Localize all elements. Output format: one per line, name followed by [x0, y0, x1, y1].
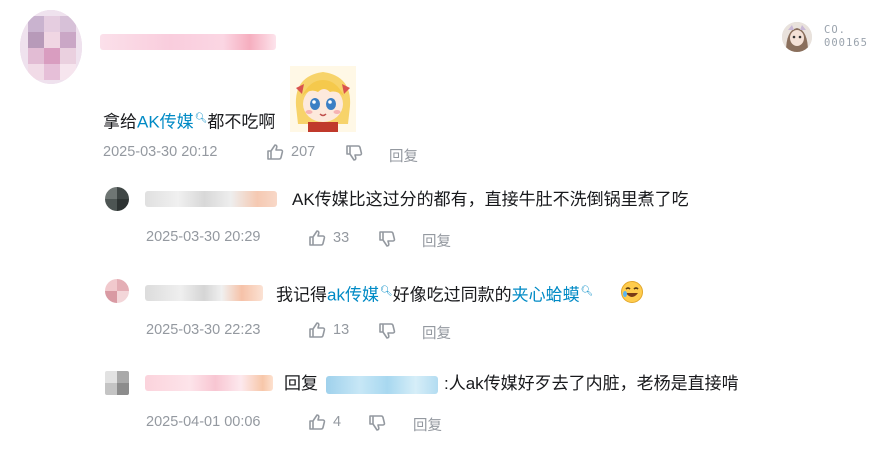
like-count: 4	[333, 414, 342, 430]
comment-date: 2025-03-30 20:12	[103, 144, 218, 160]
reply-text: 我记得ak传媒🔍︎好像吃过同款的夹心蛤蟆🔍︎	[276, 281, 593, 307]
reply-button[interactable]: 回复	[389, 145, 418, 166]
thumbs-up-icon	[307, 320, 327, 340]
dislike-button[interactable]	[344, 143, 364, 163]
reply-button[interactable]: 回复	[422, 230, 451, 251]
comment-date: 2025-04-01 00:06	[146, 414, 261, 430]
main-comment-suffix: 都不吃啊	[207, 112, 276, 132]
like-button[interactable]: 207	[265, 142, 315, 162]
sticker-emoji	[290, 66, 356, 132]
thumbs-down-icon	[344, 143, 364, 163]
reply-avatar[interactable]	[105, 187, 129, 211]
commenter-avatar[interactable]	[20, 10, 82, 84]
reply-username-blurred[interactable]	[145, 191, 277, 207]
like-button[interactable]: 13	[307, 320, 349, 340]
topic-link-ak-media[interactable]: ak传媒	[327, 286, 379, 305]
search-icon[interactable]: 🔍︎	[195, 113, 208, 124]
thumbs-down-icon	[377, 229, 397, 249]
search-icon[interactable]: 🔍︎	[581, 286, 594, 297]
topic-link-ak-media[interactable]: AK传媒	[137, 113, 194, 132]
fan-badge-avatar	[782, 22, 812, 52]
thumbs-up-icon	[307, 228, 327, 248]
dislike-button[interactable]	[377, 229, 397, 249]
like-count: 13	[333, 322, 350, 338]
dislike-button[interactable]	[367, 413, 387, 433]
search-icon[interactable]: 🔍︎	[380, 286, 393, 297]
like-count: 207	[291, 144, 316, 160]
mentioned-user-blurred[interactable]	[326, 376, 438, 394]
main-comment-text: 拿给AK传媒🔍︎都不吃啊	[103, 108, 275, 134]
reply-avatar[interactable]	[105, 371, 129, 395]
like-button[interactable]: 33	[307, 228, 349, 248]
main-comment-prefix: 拿给	[103, 112, 137, 132]
like-button[interactable]: 4	[307, 412, 341, 432]
reply-username-blurred[interactable]	[145, 375, 273, 391]
fan-badge-number: CO. 000165	[824, 24, 868, 50]
fan-badge-line1: CO.	[824, 24, 846, 36]
reply-button[interactable]: 回复	[413, 414, 442, 435]
laughing-emoji-icon	[620, 280, 644, 304]
thumbs-down-icon	[367, 413, 387, 433]
thumbs-up-icon	[265, 142, 285, 162]
reply-avatar[interactable]	[105, 279, 129, 303]
main-comment-meta: 2025-03-30 20:12	[103, 144, 218, 160]
reply-prefix: 回复	[284, 374, 318, 393]
reply-text-prefix: 我记得	[276, 285, 327, 305]
reply-text-middle: 好像吃过同款的	[392, 285, 512, 305]
thumbs-up-icon	[307, 412, 327, 432]
dislike-button[interactable]	[377, 321, 397, 341]
fan-badge-line2: 000165	[824, 37, 868, 49]
topic-link-sandwich-toad[interactable]: 夹心蛤蟆	[512, 286, 580, 305]
reply-button[interactable]: 回复	[422, 322, 451, 343]
comment-date: 2025-03-30 20:29	[146, 229, 261, 245]
like-count: 33	[333, 230, 350, 246]
thumbs-down-icon	[377, 321, 397, 341]
commenter-name-blurred[interactable]	[100, 34, 276, 50]
reply-username-blurred[interactable]	[145, 285, 263, 301]
comment-date: 2025-03-30 22:23	[146, 322, 261, 338]
reply-text: AK传媒比这过分的都有，直接牛肚不洗倒锅里煮了吃	[292, 190, 689, 209]
reply-text: :人ak传媒好歹去了内脏，老杨是直接啃	[444, 374, 739, 393]
